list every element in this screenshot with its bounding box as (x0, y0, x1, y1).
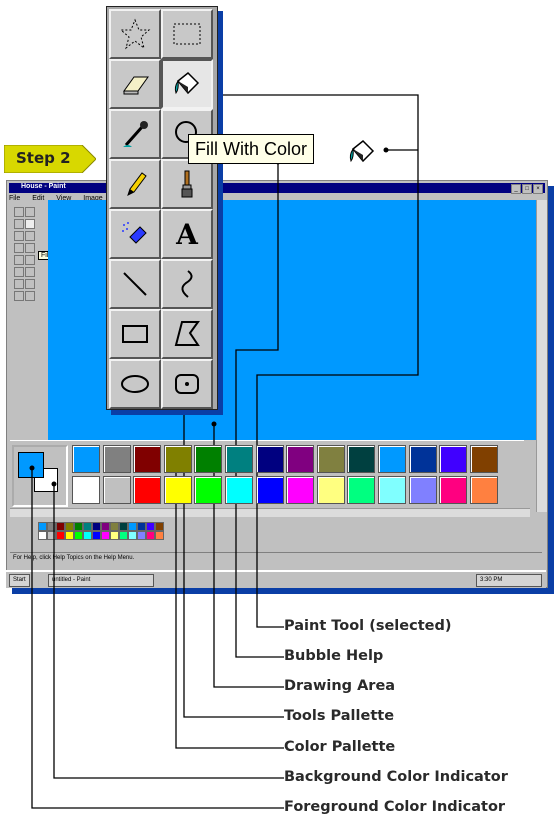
color-swatch[interactable] (378, 445, 406, 473)
airbrush-icon (122, 222, 147, 244)
callout-tools-pallette: Tools Pallette (284, 708, 395, 724)
color-swatch[interactable] (469, 476, 498, 504)
tool-fill-with-color[interactable] (161, 59, 213, 109)
color-swatch[interactable] (255, 445, 284, 473)
color-swatch[interactable] (72, 445, 100, 473)
color-swatch[interactable] (102, 445, 131, 473)
callout-line-foreground-indicator (31, 468, 284, 809)
rectangle-icon (122, 325, 148, 343)
color-swatch[interactable] (133, 445, 162, 473)
callout-foreground-color-indicator: Foreground Color Indicator (284, 799, 506, 815)
color-swatch[interactable] (225, 445, 253, 473)
tool-pencil[interactable] (109, 159, 161, 209)
tool-rectangle[interactable] (109, 309, 161, 359)
bubble-help: Fill With Color (188, 134, 315, 164)
color-swatch[interactable] (286, 445, 315, 473)
brush-icon (181, 170, 193, 198)
color-swatch[interactable] (72, 476, 100, 504)
ellipse-icon (121, 375, 149, 393)
rect-select-icon (173, 23, 201, 45)
callout-bubble-help: Bubble Help (284, 648, 384, 664)
tool-brush[interactable] (161, 159, 213, 209)
color-swatch[interactable] (378, 476, 406, 504)
tools-palette: A (106, 6, 218, 410)
color-swatch[interactable] (316, 445, 345, 473)
callout-lines (29, 92, 419, 809)
color-swatch[interactable] (225, 476, 253, 504)
tool-ellipse[interactable] (109, 359, 161, 409)
color-swatch[interactable] (408, 476, 437, 504)
color-swatch[interactable] (255, 476, 284, 504)
color-swatch[interactable] (102, 476, 131, 504)
callout-background-color-indicator: Background Color Indicator (284, 769, 508, 785)
eyedropper-icon (123, 121, 148, 147)
color-swatch[interactable] (347, 476, 376, 504)
text-icon: A (176, 217, 198, 251)
tool-eraser[interactable] (109, 59, 161, 109)
star-select-icon (119, 18, 151, 50)
callout-line-paint-tool (202, 94, 419, 628)
color-swatch[interactable] (316, 476, 345, 504)
tool-polygon[interactable] (161, 309, 213, 359)
color-swatch[interactable] (469, 445, 498, 473)
callout-line-tools-pallette (183, 383, 284, 718)
color-swatch[interactable] (194, 445, 223, 473)
tool-text[interactable]: A (161, 209, 213, 259)
polygon-icon (174, 321, 200, 346)
tool-line[interactable] (109, 259, 161, 309)
pencil-icon (127, 172, 147, 196)
tool-free-form-select[interactable] (109, 9, 161, 59)
paint-bucket-icon (349, 139, 375, 163)
color-swatch[interactable] (286, 476, 315, 504)
color-swatch[interactable] (133, 476, 162, 504)
callout-drawing-area: Drawing Area (284, 678, 396, 694)
callout-color-pallette: Color Pallette (284, 739, 396, 755)
color-swatch[interactable] (163, 476, 192, 504)
tool-airbrush[interactable] (109, 209, 161, 259)
tool-rounded-rectangle[interactable] (161, 359, 213, 409)
color-swatch[interactable] (408, 445, 437, 473)
tool-curve[interactable] (161, 259, 213, 309)
callout-line-background-indicator (53, 484, 284, 779)
rounded-rect-icon (175, 374, 199, 394)
color-swatch[interactable] (439, 445, 468, 473)
callout-paint-tool: Paint Tool (selected) (284, 618, 452, 634)
eraser-icon (123, 76, 149, 95)
tool-select[interactable] (161, 9, 213, 59)
color-swatch[interactable] (347, 445, 376, 473)
color-swatch[interactable] (194, 476, 223, 504)
color-swatch[interactable] (163, 445, 192, 473)
tool-pick-color[interactable] (109, 109, 161, 159)
color-swatch[interactable] (439, 476, 468, 504)
callout-line-bubble-help (235, 162, 284, 658)
curve-icon (181, 270, 193, 298)
paint-bucket-cursor-icon (344, 135, 384, 169)
line-icon (123, 272, 147, 296)
paint-bucket-icon (174, 71, 200, 95)
